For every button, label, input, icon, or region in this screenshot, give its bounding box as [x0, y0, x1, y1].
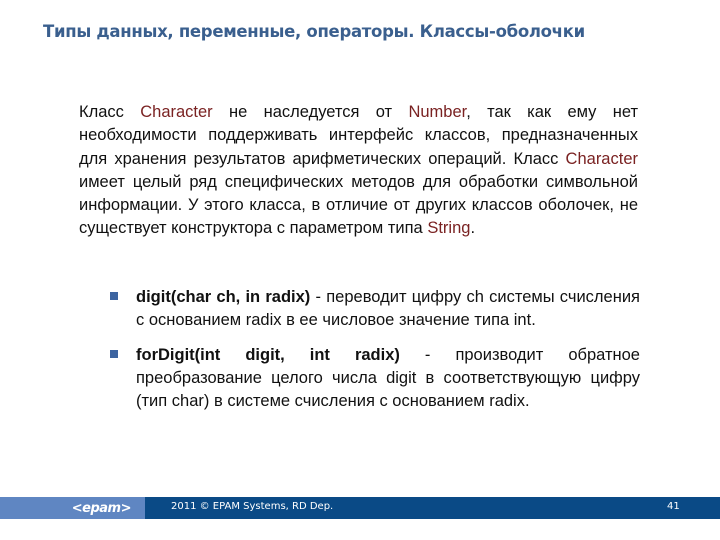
intro-paragraph: Класс Character не наследуется от Number…: [79, 101, 638, 241]
method-signature: digit(char ch, in radix): [136, 288, 311, 306]
copyright-text: 2011 © EPAM Systems, RD Dep.: [171, 501, 334, 512]
list-item: digit(char ch, in radix) - переводит циф…: [110, 286, 640, 333]
square-bullet-icon: [110, 292, 118, 300]
footer-info-block: 2011 © EPAM Systems, RD Dep. 41: [145, 497, 720, 519]
class-name-number: Number: [408, 103, 467, 121]
class-name-character: Character: [565, 149, 638, 168]
slide-title: Типы данных, переменные, операторы. Клас…: [43, 22, 585, 41]
paragraph-text: не наследуется от: [212, 103, 409, 121]
page-number: 41: [667, 501, 680, 512]
method-list: digit(char ch, in radix) - переводит циф…: [110, 286, 640, 424]
footer-logo-block: <epam>: [0, 497, 145, 519]
method-signature: forDigit(int digit, int radix): [136, 345, 400, 364]
class-name-string: String: [427, 219, 471, 238]
epam-logo: <epam>: [71, 500, 132, 516]
footer-bar: <epam> 2011 © EPAM Systems, RD Dep. 41: [0, 497, 720, 519]
paragraph-text: имеет целый ряд специфических методов дл…: [79, 172, 638, 238]
paragraph-text: Класс: [79, 103, 141, 121]
class-name-character: Character: [140, 103, 213, 121]
list-item: forDigit(int digit, int radix) - произво…: [110, 344, 640, 414]
square-bullet-icon: [110, 349, 118, 358]
paragraph-text: .: [470, 219, 476, 238]
